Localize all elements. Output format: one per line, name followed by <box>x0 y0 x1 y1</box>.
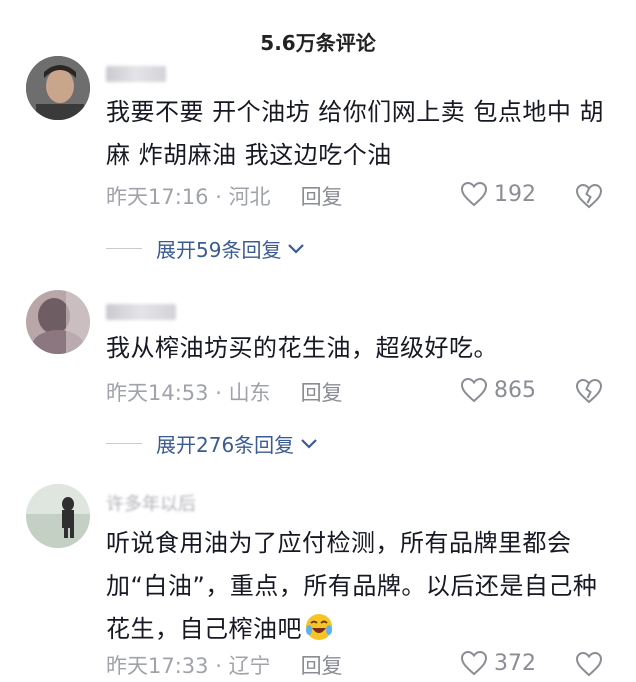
comment-count-title: 5.6万条评论 <box>260 31 376 55</box>
comment-location: 山东 <box>228 381 271 405</box>
avatar[interactable] <box>26 290 90 354</box>
comment-meta: 昨天17:16 · 河北 回复 <box>106 181 343 211</box>
dislike-button[interactable] <box>574 377 604 409</box>
comment-text-body: 听说食用油为了应付检测，所有品牌里都会加“白油”，重点，所有品牌。以后还是自己种… <box>106 529 598 643</box>
chevron-down-icon <box>288 243 305 254</box>
comment-location: 河北 <box>228 185 271 209</box>
meta-separator: · <box>208 185 229 209</box>
avatar-image <box>26 290 90 354</box>
meta-separator: · <box>208 654 229 678</box>
like-count: 372 <box>494 650 536 676</box>
reply-button[interactable]: 回复 <box>301 654 343 678</box>
dislike-button[interactable] <box>574 650 604 682</box>
meta-separator: · <box>208 381 229 405</box>
username-blurred <box>106 66 166 82</box>
broken-heart-icon <box>575 651 603 677</box>
username[interactable]: 许多年以后 <box>106 490 196 516</box>
heart-outline-icon <box>460 377 488 403</box>
expand-replies-label: 展开59条回复 <box>156 238 282 262</box>
comment-location: 辽宁 <box>228 654 271 678</box>
comment-time: 昨天14:53 <box>106 381 209 405</box>
avatar-image <box>26 484 90 548</box>
dislike-button[interactable] <box>574 182 604 214</box>
like-button[interactable]: 192 <box>460 181 536 207</box>
expand-replies-button[interactable]: 展开59条回复 <box>106 234 305 263</box>
comments-header: 5.6万条评论 <box>0 0 636 62</box>
comment-meta: 昨天14:53 · 山东 回复 <box>106 377 343 407</box>
expand-replies-button[interactable]: 展开276条回复 <box>106 429 318 458</box>
username-blurred <box>106 304 176 320</box>
heart-outline-icon <box>460 650 488 676</box>
like-button[interactable]: 372 <box>460 650 536 676</box>
comment-meta: 昨天17:33 · 辽宁 回复 <box>106 650 343 680</box>
heart-outline-icon <box>460 181 488 207</box>
divider-line <box>106 248 142 249</box>
broken-heart-icon <box>575 378 603 404</box>
comment-time: 昨天17:33 <box>106 654 209 678</box>
avatar[interactable] <box>26 56 90 120</box>
like-count: 865 <box>494 377 536 403</box>
comment-text: 我从榨油坊买的花生油，超级好吃。 <box>106 334 498 362</box>
like-button[interactable]: 865 <box>460 377 536 403</box>
comment-text: 我要不要 开个油坊 给你们网上卖 包点地中 胡麻 炸胡麻油 我这边吃个油 <box>106 98 605 169</box>
reply-button[interactable]: 回复 <box>301 381 343 405</box>
like-count: 192 <box>494 181 536 207</box>
chevron-down-icon <box>301 438 317 449</box>
comment-text: 听说食用油为了应付检测，所有品牌里都会加“白油”，重点，所有品牌。以后还是自己种… <box>106 522 606 651</box>
divider-line <box>106 443 142 444</box>
laughing-tears-emoji-icon <box>306 614 332 640</box>
comment-time: 昨天17:16 <box>106 185 209 209</box>
avatar[interactable] <box>26 484 90 548</box>
expand-replies-label: 展开276条回复 <box>156 433 295 457</box>
reply-button[interactable]: 回复 <box>301 185 343 209</box>
broken-heart-icon <box>575 183 603 209</box>
avatar-image <box>26 56 90 120</box>
